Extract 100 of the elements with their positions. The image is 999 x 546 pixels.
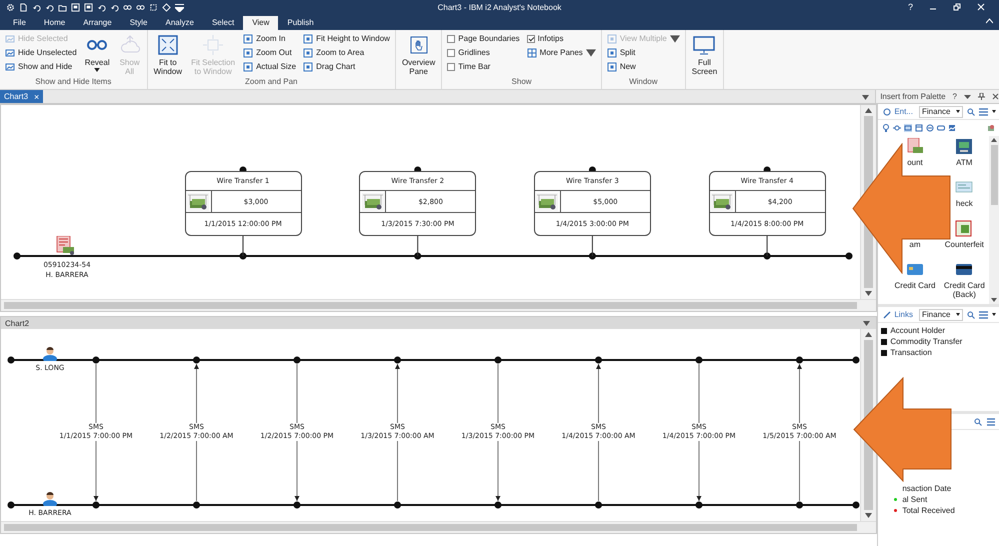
diamond-icon[interactable] (162, 2, 171, 12)
scroll-up-icon[interactable] (865, 108, 872, 113)
scrollbar-thumb[interactable] (4, 302, 858, 309)
search-icon[interactable] (967, 108, 975, 116)
menu-tab[interactable]: Style (120, 16, 156, 30)
menu-tab[interactable]: Select (202, 16, 244, 30)
checkbox[interactable]: Gridlines (445, 46, 522, 59)
circle-icon[interactable] (926, 124, 934, 132)
palette-tab[interactable]: Ent... (881, 107, 915, 116)
category-dropdown[interactable]: Finance (919, 106, 963, 118)
rectangle-icon[interactable] (904, 124, 912, 132)
connector-line (592, 236, 593, 256)
link-type-item[interactable]: Account Holder (881, 325, 996, 336)
caret-icon[interactable] (992, 110, 996, 113)
palette-item[interactable]: Credit Card (894, 261, 936, 290)
palette-item[interactable]: Credit Card (Back) (940, 261, 989, 299)
node-icon[interactable] (893, 124, 902, 132)
scroll-down-icon[interactable] (865, 513, 872, 518)
dropdown-caret-icon[interactable] (863, 321, 870, 326)
folder-icon[interactable] (58, 2, 67, 12)
attribute-item[interactable]: al Sent (902, 495, 928, 504)
menu-tab[interactable]: Analyze (156, 16, 203, 30)
bulb-icon[interactable] (882, 124, 890, 132)
customize-caret-icon[interactable] (175, 2, 184, 12)
ribbon-button[interactable]: Hide Unselected (3, 46, 79, 59)
scroll-down-icon[interactable] (865, 291, 872, 296)
window-icon[interactable] (915, 124, 924, 132)
caret-icon[interactable] (992, 313, 996, 316)
scroll-down-icon[interactable] (991, 298, 997, 302)
frame-arrows-icon (202, 34, 224, 56)
group-label: Show and Hide Items (35, 77, 112, 86)
gear-icon[interactable] (6, 2, 15, 12)
menu-tab[interactable]: Home (34, 16, 74, 30)
ribbon-button[interactable]: Show and Hide (3, 60, 79, 73)
menu-icon[interactable] (979, 108, 988, 116)
bundle-icon[interactable] (987, 124, 995, 132)
dropdown-caret-icon[interactable] (862, 95, 870, 100)
menu-icon[interactable] (979, 310, 988, 318)
checkbox[interactable]: Infotips (524, 32, 598, 45)
person-icon[interactable] (42, 490, 58, 506)
entity-icon (955, 138, 974, 155)
scrollbar-thumb[interactable] (4, 524, 858, 531)
menu-tab[interactable]: Publish (278, 16, 323, 30)
tab-close-button[interactable]: × (34, 92, 40, 102)
menu-tab[interactable]: File (4, 16, 35, 30)
help-button[interactable]: ? (952, 92, 957, 101)
pane-title: Chart2 (5, 318, 30, 328)
pin-icon[interactable] (978, 93, 985, 100)
hand-frame-icon (408, 34, 430, 56)
menu-icon[interactable] (987, 418, 995, 426)
collapse-ribbon-icon[interactable] (986, 18, 993, 24)
close-icon[interactable] (992, 93, 999, 100)
link-type-item[interactable]: Transaction (881, 347, 996, 358)
ribbon-button[interactable]: Fit to Window (150, 32, 186, 76)
document-icon[interactable] (19, 2, 28, 12)
scroll-up-icon[interactable] (865, 332, 872, 337)
link-icon[interactable] (123, 2, 132, 12)
attribute-item[interactable]: nsaction Date (902, 484, 952, 493)
ribbon-button[interactable]: Full Screen (688, 32, 720, 76)
palette-item[interactable]: am (909, 240, 921, 249)
ribbon-button[interactable]: Zoom Out (241, 46, 298, 59)
palette-item[interactable]: ATM (955, 138, 974, 167)
ribbon-button[interactable]: Split (604, 46, 682, 59)
checkbox[interactable]: Time Bar (445, 60, 522, 73)
ribbon-button[interactable]: More Panes (524, 46, 598, 59)
picture-icon[interactable] (948, 124, 956, 132)
ribbon-button[interactable]: Reveal (82, 32, 113, 76)
picture-frame-icon (5, 48, 15, 58)
grid-icon (526, 48, 537, 58)
checkbox[interactable]: Page Boundaries (445, 32, 522, 45)
scrollbar-thumb[interactable] (990, 145, 998, 205)
search-icon[interactable] (967, 310, 975, 318)
menu-tab[interactable]: Arrange (74, 16, 121, 30)
menu-tab[interactable]: View (243, 16, 278, 30)
ribbon-button[interactable]: Fit Height to Window (301, 32, 392, 45)
frame-icon[interactable] (149, 2, 158, 12)
restore-icon[interactable] (953, 3, 961, 11)
link-type-item[interactable]: Commodity Transfer (881, 336, 996, 347)
caret-icon[interactable] (964, 93, 971, 100)
ribbon-button[interactable]: Zoom In (241, 32, 298, 45)
palette-tab[interactable]: Links (881, 310, 915, 319)
palette-item[interactable]: heck (955, 179, 974, 208)
search-icon[interactable] (974, 418, 982, 426)
category-dropdown[interactable]: Finance (919, 308, 963, 320)
ribbon-button[interactable]: Zoom to Area (301, 46, 392, 59)
ribbon-button[interactable]: New (604, 60, 682, 73)
save-icon[interactable] (71, 2, 80, 12)
account-icon[interactable] (56, 236, 76, 256)
person-icon[interactable] (42, 345, 58, 361)
ribbon-button[interactable]: Actual Size (241, 60, 298, 73)
document-tab[interactable]: Chart3 × (0, 90, 44, 103)
ribbon-button[interactable]: Drag Chart (301, 60, 392, 73)
ribbon-button[interactable]: Overview Pane (398, 32, 438, 76)
palette-item[interactable]: ount (906, 138, 924, 167)
undo-icon[interactable] (97, 2, 106, 12)
help-button[interactable]: ? (908, 2, 913, 12)
square-icon (606, 34, 617, 44)
attribute-item[interactable]: Total Received (902, 506, 955, 515)
scroll-up-icon[interactable] (991, 138, 997, 142)
rounded-rectangle-icon[interactable] (937, 124, 946, 132)
